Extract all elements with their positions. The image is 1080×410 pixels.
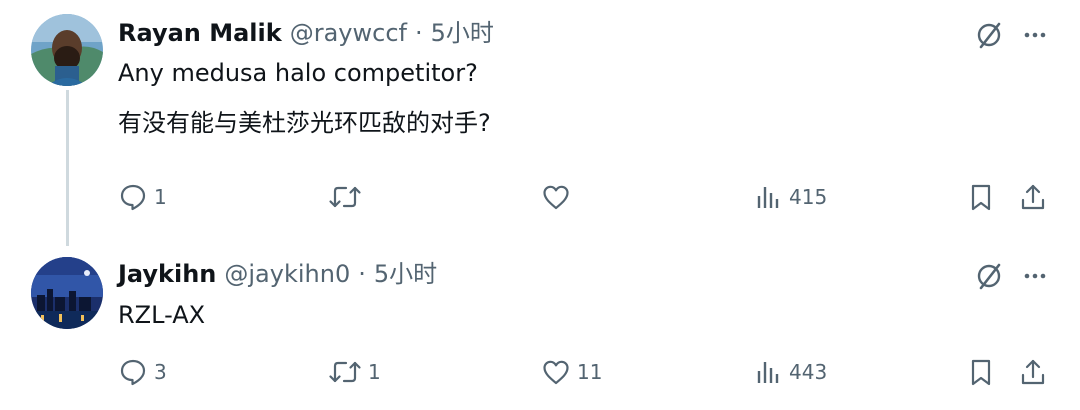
bookmark-icon [971,184,991,211]
repost-icon [329,186,361,208]
reply-button[interactable]: 3 [118,355,167,389]
share-icon [1021,359,1045,385]
post-action-bar: 3 1 11 443 [0,355,1080,389]
avatar-bearded-man-image [31,14,103,86]
views-button[interactable]: 415 [755,180,827,214]
views-icon [757,362,779,383]
views-count: 443 [789,360,828,384]
post-text-line-translation: 有没有能与美杜莎光环匹敌的对手? [118,109,491,137]
more-icon[interactable] [1018,259,1052,293]
bookmark-icon [971,359,991,386]
views-button[interactable]: 443 [755,355,827,389]
reply-button[interactable]: 1 [118,180,167,214]
views-count: 415 [789,185,828,209]
avatar[interactable] [31,257,103,329]
separator-dot: · [358,260,366,288]
author-handle[interactable]: @jaykihn0 [224,259,350,289]
like-count: 11 [577,360,603,384]
reply-icon [120,184,146,211]
post-jaykihn[interactable]: Jaykihn @jaykihn0 · 5小时 RZL-AX 3 1 11 44… [0,245,1080,410]
post-rayan-malik[interactable]: Rayan Malik @raywccf · 5小时 Any medusa ha… [0,0,1080,245]
bookmark-button[interactable] [966,355,996,389]
post-timestamp[interactable]: 5小时 [431,18,494,48]
more-icon[interactable] [1018,18,1052,52]
grok-icon[interactable] [972,259,1006,293]
like-button[interactable] [541,180,577,214]
like-icon [543,185,569,210]
post-text-line: Any medusa halo competitor? [118,59,478,87]
conversation-thread: Rayan Malik @raywccf · 5小时 Any medusa ha… [0,0,1080,410]
like-icon [543,360,569,385]
avatar-night-city-image [31,257,103,329]
avatar[interactable] [31,14,103,86]
repost-button[interactable]: 1 [328,355,381,389]
post-text-line: RZL-AX [118,301,206,329]
post-action-bar: 1 415 [0,180,1080,214]
author-handle[interactable]: @raywccf [290,18,407,48]
share-button[interactable] [1018,180,1048,214]
share-icon [1021,184,1045,210]
separator-dot: · [414,19,423,47]
repost-icon [329,361,361,383]
author-name[interactable]: Jaykihn [118,259,216,289]
post-header: Jaykihn @jaykihn0 · 5小时 [118,259,437,289]
repost-count: 1 [368,360,381,384]
bookmark-button[interactable] [966,180,996,214]
like-button[interactable]: 11 [541,355,602,389]
share-button[interactable] [1018,355,1048,389]
grok-icon[interactable] [972,18,1006,52]
repost-button[interactable] [328,180,368,214]
reply-count: 1 [154,185,167,209]
reply-count: 3 [154,360,167,384]
views-icon [757,187,779,208]
post-header: Rayan Malik @raywccf · 5小时 [118,18,494,48]
author-name[interactable]: Rayan Malik [118,18,282,48]
reply-icon [120,359,146,386]
post-timestamp[interactable]: 5小时 [374,259,437,289]
